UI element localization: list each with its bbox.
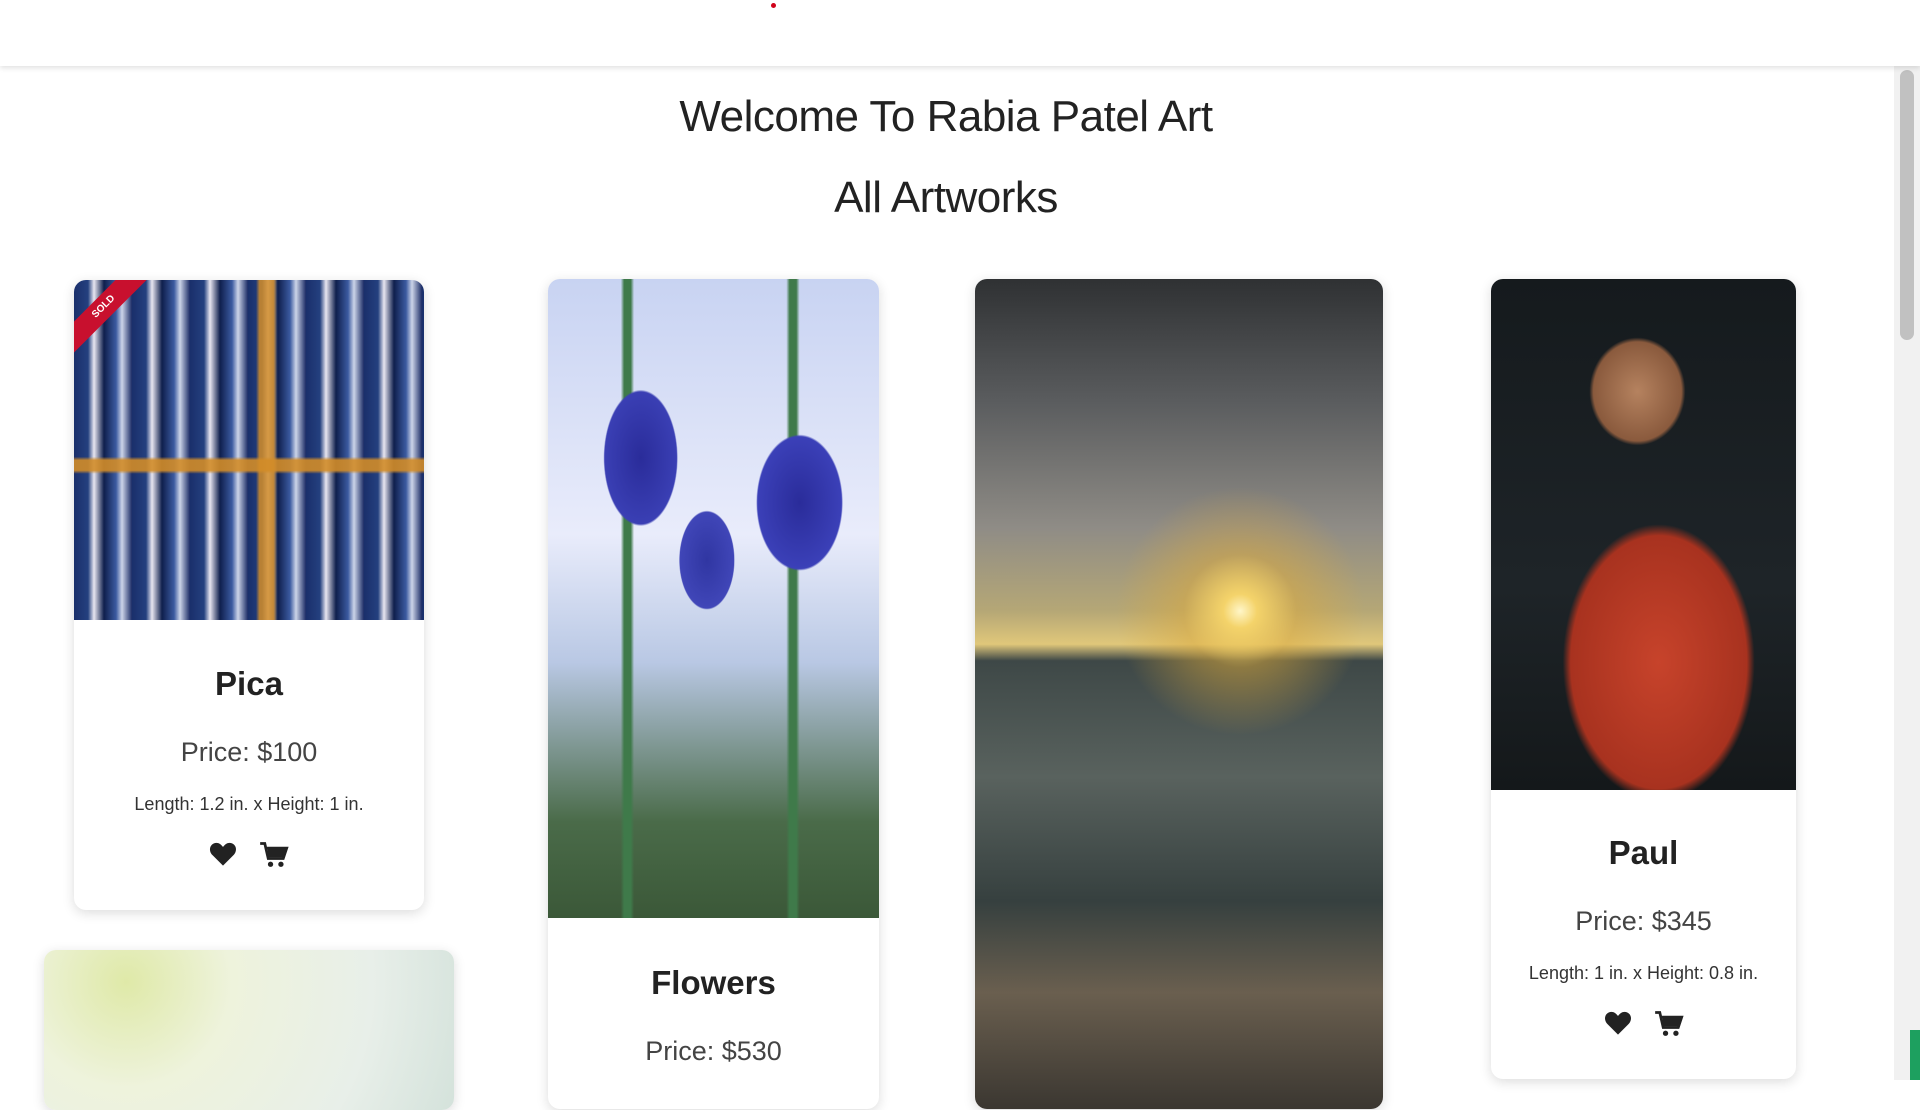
artwork-card-flowers[interactable]: Flowers Price: $530 xyxy=(548,279,879,1109)
artwork-title[interactable]: Pica xyxy=(74,665,424,703)
artwork-card-pica[interactable]: SOLD Pica Price: $100 Length: 1.2 in. x … xyxy=(74,280,424,910)
artwork-image[interactable] xyxy=(74,280,424,620)
artwork-price: Price: $100 xyxy=(180,737,318,767)
top-navbar xyxy=(0,0,1920,66)
welcome-heading: Welcome To Rabia Patel Art xyxy=(679,92,1213,141)
cart-icon[interactable] xyxy=(259,841,289,869)
artwork-card-paul[interactable]: Paul Price: $345 Length: 1 in. x Height:… xyxy=(1491,279,1796,1079)
artwork-dimensions: Length: 1.2 in. x Height: 1 in. xyxy=(134,794,364,814)
section-title: All Artworks xyxy=(834,173,1058,222)
cart-icon[interactable] xyxy=(1654,1010,1684,1038)
artwork-price: Price: $530 xyxy=(645,1036,782,1066)
artwork-dimensions: Length: 1 in. x Height: 0.8 in. xyxy=(1528,963,1759,983)
artwork-title[interactable]: Flowers xyxy=(548,964,879,1002)
artwork-image[interactable] xyxy=(44,950,454,1110)
heart-icon[interactable] xyxy=(1604,1010,1632,1038)
artwork-image[interactable] xyxy=(548,279,879,918)
artwork-image[interactable] xyxy=(975,279,1383,1109)
artwork-card-sea[interactable] xyxy=(975,279,1383,1109)
artwork-card-partial[interactable] xyxy=(44,950,454,1110)
artwork-image[interactable] xyxy=(1491,279,1796,790)
heart-icon[interactable] xyxy=(209,841,237,869)
scrollbar-thumb[interactable] xyxy=(1900,70,1914,340)
corner-widget xyxy=(1910,1030,1920,1080)
artwork-price: Price: $345 xyxy=(1575,906,1712,936)
navbar-indicator-dot xyxy=(771,3,776,8)
artwork-title[interactable]: Paul xyxy=(1491,834,1796,872)
